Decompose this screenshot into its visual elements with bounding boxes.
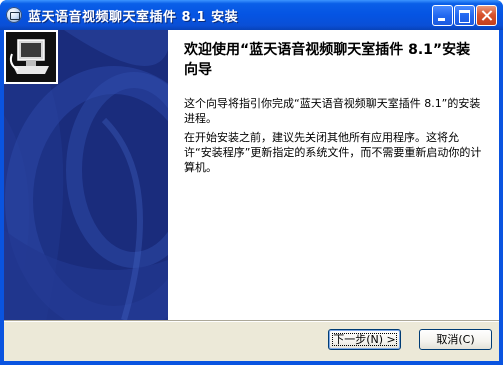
cancel-button[interactable]: 取消(C) bbox=[419, 329, 492, 350]
welcome-heading: 欢迎使用“蓝天语音视频聊天室插件 8.1”安装向导 bbox=[184, 42, 471, 78]
advice-text: 在开始安装之前，建议先关闭其他所有应用程序。这将允许“安装程序”更新指定的系统文… bbox=[184, 131, 482, 174]
button-separator bbox=[4, 320, 499, 322]
window-title: 蓝天语音视频聊天室插件 8.1 安装 bbox=[28, 10, 239, 25]
title-bar[interactable]: 蓝天语音视频聊天室插件 8.1 安装 bbox=[0, 0, 503, 30]
welcome-panel: 欢迎使用“蓝天语音视频聊天室插件 8.1”安装向导 这个向导将指引你完成“蓝天语… bbox=[168, 30, 499, 320]
wizard-banner bbox=[4, 30, 168, 320]
next-button-label: 下一步(N) > bbox=[333, 333, 396, 346]
installer-window: 蓝天语音视频聊天室插件 8.1 安装 欢迎使用“蓝天语音视频聊天室插件 8.1”… bbox=[0, 0, 503, 365]
installer-computer-icon bbox=[4, 30, 58, 84]
app-icon[interactable] bbox=[6, 7, 22, 23]
close-button[interactable] bbox=[476, 5, 497, 26]
dialog-body: 欢迎使用“蓝天语音视频聊天室插件 8.1”安装向导 这个向导将指引你完成“蓝天语… bbox=[4, 30, 499, 361]
cancel-button-label: 取消(C) bbox=[436, 333, 475, 346]
next-button[interactable]: 下一步(N) > bbox=[328, 329, 401, 350]
minimize-button[interactable] bbox=[432, 5, 453, 26]
maximize-button[interactable] bbox=[454, 5, 475, 26]
intro-text: 这个向导将指引你完成“蓝天语音视频聊天室插件 8.1”的安装进程。 bbox=[184, 97, 481, 125]
